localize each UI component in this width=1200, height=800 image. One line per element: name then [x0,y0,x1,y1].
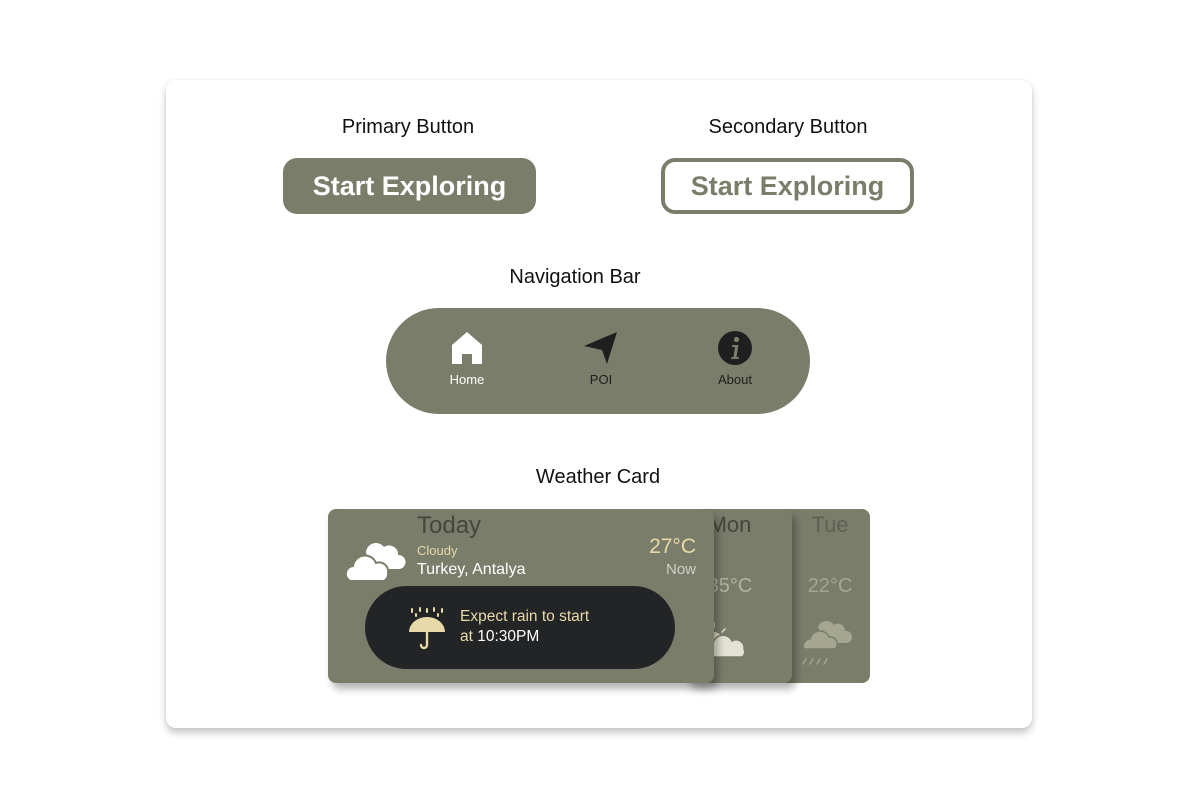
navigation-bar: Home POI About [386,308,810,414]
weather-condition: Cloudy [417,543,458,558]
forecast-temp-tue: 22°C [807,575,853,597]
weather-location: Turkey, Antalya [417,561,526,578]
component-panel: Primary Button Start Exploring Secondary… [166,80,1032,728]
current-temperature: 27°C [649,535,696,558]
weather-card-today[interactable]: Today Cloudy Turkey, Antalya 27°C Now Ex… [328,509,714,683]
navigation-bar-title: Navigation Bar [509,266,641,288]
nav-label-about: About [718,372,752,387]
home-icon [452,332,482,364]
nav-label-home: Home [449,372,485,387]
navigation-arrow-icon [584,332,617,364]
primary-button-title: Primary Button [341,116,475,138]
cloud-icon [344,543,406,582]
rain-cloud-icon [802,621,852,665]
rain-alert-text: Expect rain to start at 10:30PM [460,607,589,647]
forecast-day-tue: Tue [811,512,849,537]
start-exploring-secondary-button[interactable]: Start Exploring [661,158,914,214]
secondary-button-title: Secondary Button [708,116,868,138]
nav-item-about[interactable]: About [690,330,780,394]
rain-alert-prefix: at [460,628,473,645]
rain-alert-line2: at 10:30PM [460,627,589,647]
start-exploring-primary-button[interactable]: Start Exploring [283,158,536,214]
now-label: Now [665,561,696,578]
info-icon [718,331,752,365]
nav-item-home[interactable]: Home [422,330,512,394]
rain-alert: Expect rain to start at 10:30PM [365,586,675,669]
rain-alert-line1: Expect rain to start [460,608,590,625]
today-label: Today [417,512,482,539]
umbrella-rain-icon [409,607,445,650]
weather-card-title: Weather Card [535,466,661,488]
rain-alert-time: 10:30PM [477,628,540,645]
nav-item-poi[interactable]: POI [556,330,646,394]
nav-label-poi: POI [589,372,613,387]
